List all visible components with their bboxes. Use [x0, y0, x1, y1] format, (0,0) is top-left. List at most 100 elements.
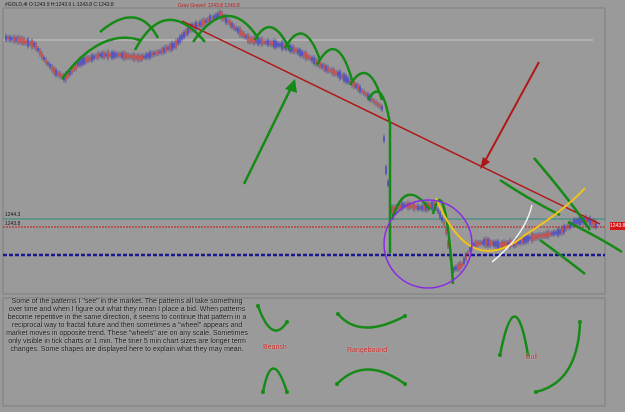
candle-body [377, 103, 379, 107]
candle-body [265, 40, 267, 44]
candle-body [37, 47, 39, 52]
candle-body [533, 234, 535, 240]
green-arrow-head [285, 79, 297, 93]
candle-body [293, 46, 295, 53]
candle-body [499, 243, 501, 247]
candle-body [379, 105, 381, 108]
candle-body [539, 234, 541, 238]
candle-body [485, 238, 487, 247]
candle-body [165, 46, 167, 52]
candle-body [9, 36, 11, 41]
candle-body [421, 205, 423, 210]
candle-body [371, 98, 373, 101]
chart-window: #GOLD,4I O:1243.9 H:1243.9 L:1243.8 C:12… [0, 0, 625, 412]
candle-body [263, 40, 265, 44]
candle-body [77, 62, 79, 66]
candle-body [273, 40, 275, 48]
candle-body [107, 51, 109, 59]
legend-bull-bottom [535, 321, 582, 394]
candle-body [567, 225, 569, 228]
candle-body [113, 52, 115, 58]
candle-body [119, 53, 121, 57]
candle-body [51, 65, 53, 71]
candle-body [541, 234, 543, 238]
candle-body [559, 229, 561, 235]
candle-body [11, 37, 13, 41]
candle-body [441, 216, 443, 222]
candle-body [261, 38, 263, 46]
candle-body [579, 217, 581, 225]
candle-body [155, 51, 157, 55]
candle-body [363, 91, 365, 95]
legend-range-bottom [336, 368, 406, 386]
candle-body [55, 69, 57, 76]
candle-body [5, 35, 7, 41]
candle-body [481, 241, 483, 244]
candle-body [129, 55, 131, 58]
candle-body [313, 57, 315, 65]
red-arrow-shaft [483, 61, 540, 164]
candle-body [531, 233, 533, 242]
green-arrow-shaft [242, 85, 294, 185]
candle-body [15, 37, 17, 42]
candle-body [27, 38, 29, 47]
candle-body [123, 52, 125, 60]
candle-body [375, 101, 377, 105]
candle-body [523, 236, 525, 244]
candle-body [245, 35, 247, 39]
candle-body [305, 52, 307, 60]
candle-body [439, 212, 441, 218]
bearish-label: Bearish [263, 344, 287, 351]
candle-body [357, 84, 359, 91]
candle-body [83, 57, 85, 64]
candle-body [207, 18, 209, 23]
candle-body [127, 54, 129, 59]
candle-body [145, 53, 147, 59]
price-level-lower-label: 1243.8 [5, 221, 21, 227]
candle-body [205, 19, 207, 24]
candle-body [529, 236, 531, 240]
candle-body [399, 204, 401, 210]
candle-body [89, 56, 91, 61]
candle-body [171, 42, 173, 51]
candle-body [437, 209, 439, 213]
candle-body [271, 41, 273, 46]
candle-body [463, 257, 465, 265]
candle-body [497, 240, 499, 249]
candle-body [445, 229, 447, 234]
purple-wheel-circle [383, 199, 473, 289]
candle-body [13, 36, 15, 42]
candle-body [85, 57, 87, 63]
candle-body [491, 242, 493, 245]
candle-body [235, 27, 237, 30]
candle-body [141, 54, 143, 60]
candle-body [117, 53, 119, 57]
candle-body [365, 93, 367, 96]
candle-body [57, 72, 59, 76]
candle-body [249, 37, 251, 43]
candle-body [253, 37, 255, 44]
candle-body [7, 37, 9, 40]
candle-body [311, 57, 313, 62]
candle-body [411, 205, 413, 208]
candle-body [31, 40, 33, 48]
candle-body [149, 51, 151, 59]
candle-body [99, 53, 101, 57]
candle-body [137, 54, 139, 61]
candle-body [217, 13, 219, 17]
candle-body [465, 254, 467, 260]
current-price-tag: 1243.8 [610, 222, 625, 230]
candle-body [247, 34, 249, 42]
rangebound-label: Rangebound [347, 347, 388, 354]
candle-body [555, 231, 557, 235]
candle-body [237, 28, 239, 33]
candle-body [501, 241, 503, 248]
candle-body [239, 28, 241, 36]
candle-body [215, 14, 217, 18]
candle-body [41, 52, 43, 59]
candle-body [281, 41, 283, 50]
candle-body [333, 69, 335, 76]
candle-body [243, 33, 245, 38]
candle-body [199, 21, 201, 27]
candle-body [475, 241, 477, 247]
